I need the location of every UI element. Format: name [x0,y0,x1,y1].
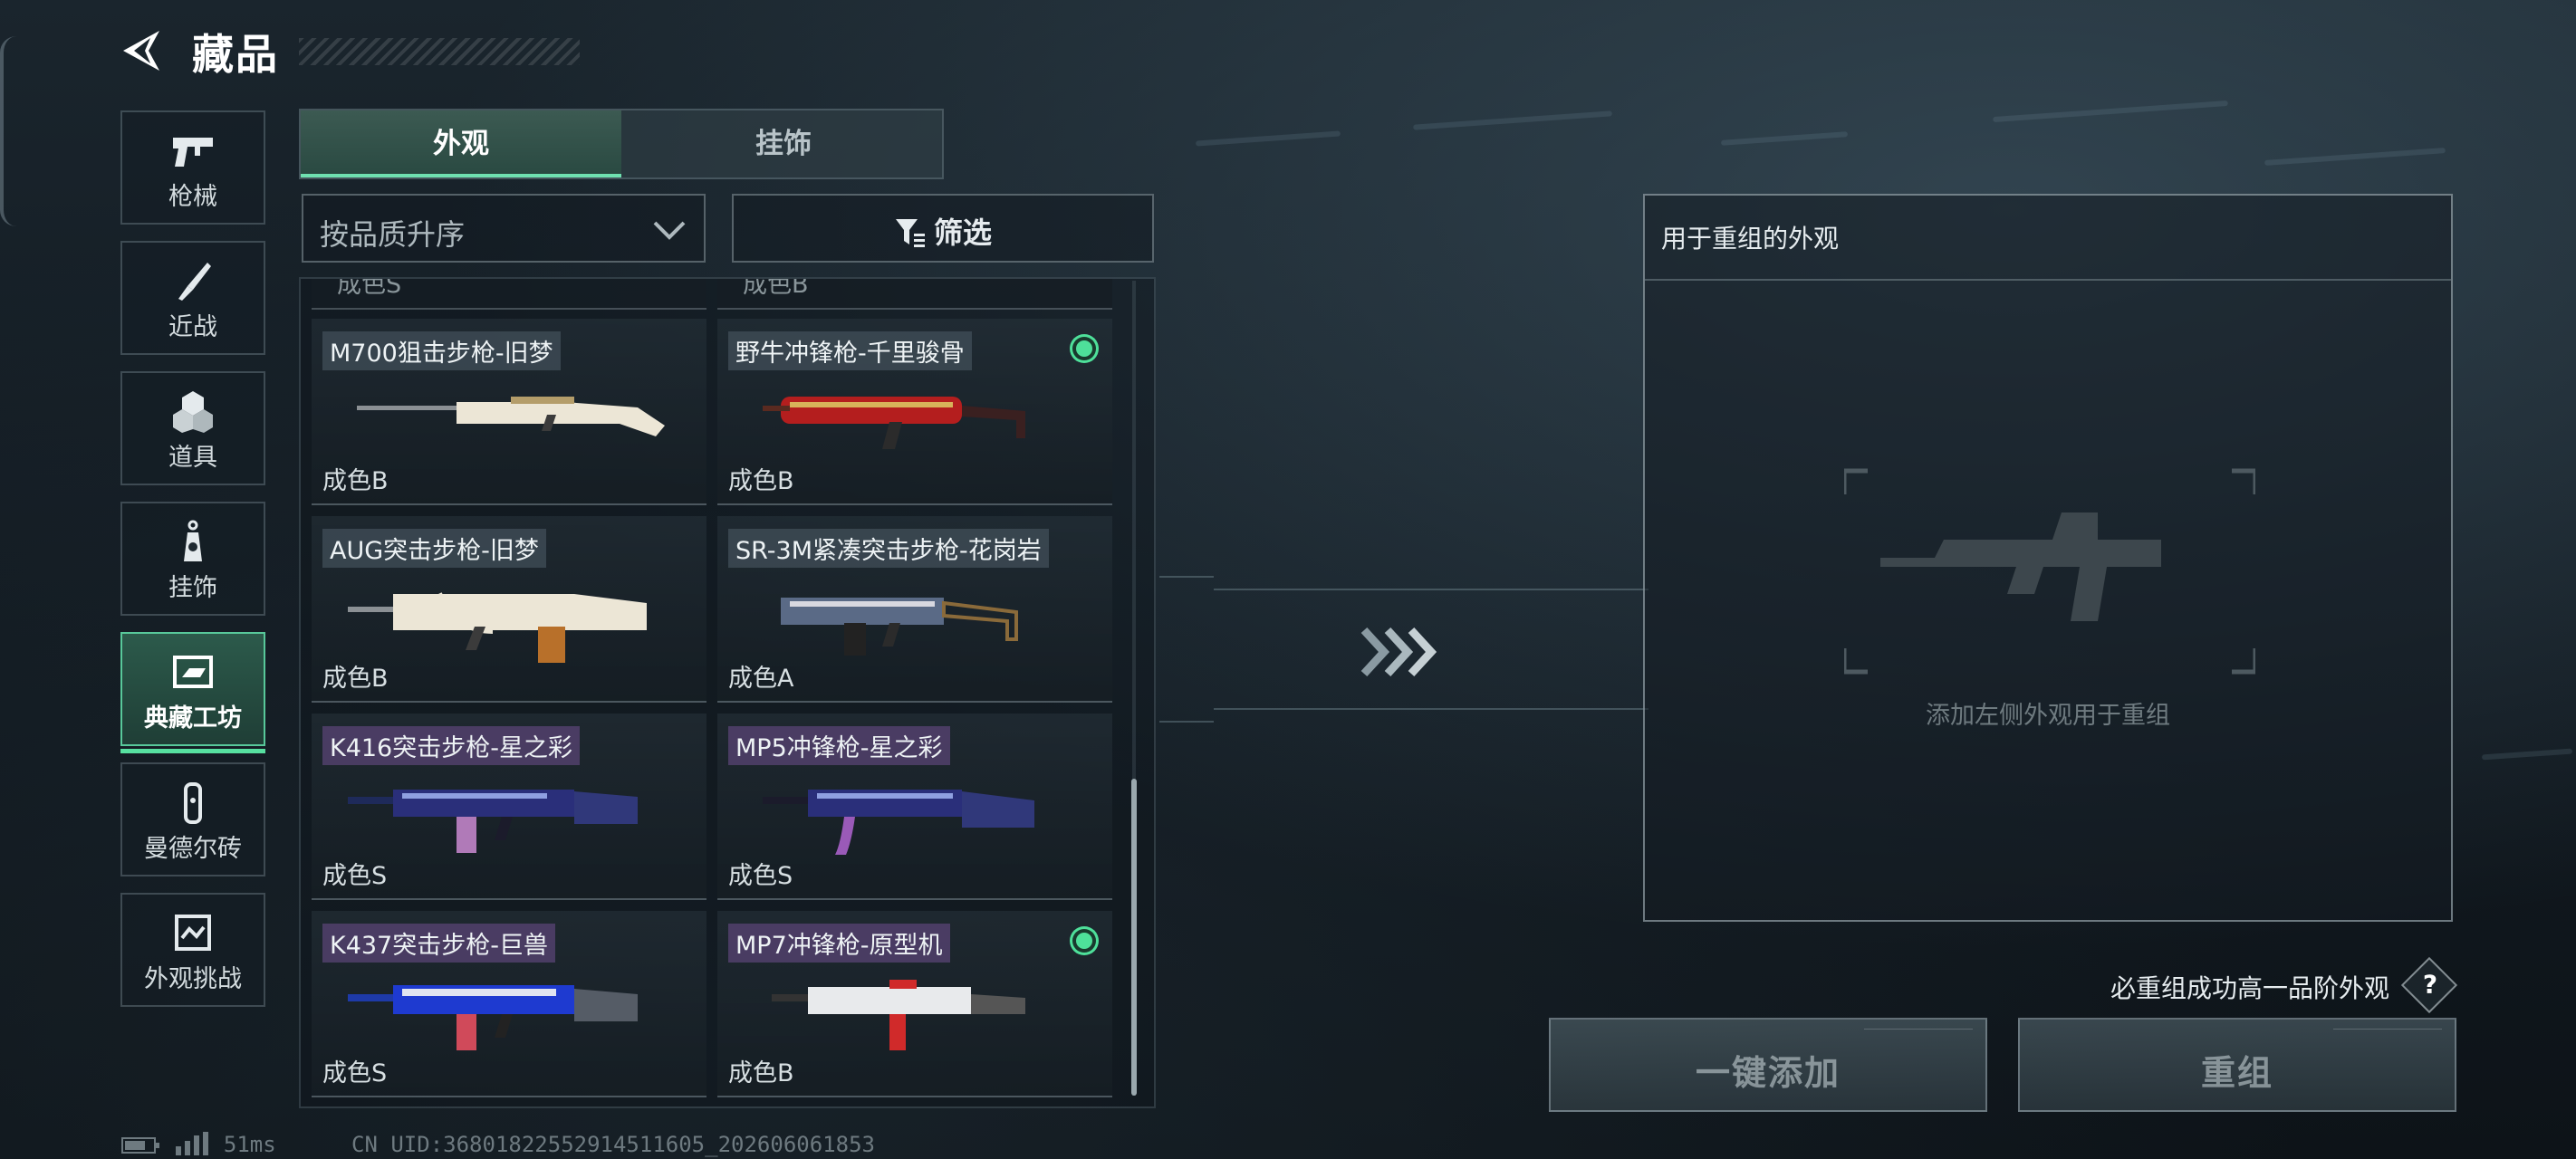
sidebar-item-melee[interactable]: 近战 [120,241,265,355]
pistol-icon [173,138,213,167]
skin-card[interactable]: M700狙击步枪-旧梦 成色B [312,319,706,505]
skin-name: K416突击步枪-星之彩 [322,726,580,765]
uid-label: CN UID:36801822552914511605_202606061853 [351,1132,875,1157]
smg-image [763,790,1034,855]
selected-dot-icon [1072,337,1096,360]
help-icon[interactable]: ? [2400,956,2458,1014]
skin-grade: 成色S [728,862,793,890]
tab-skins[interactable]: 外观 [301,110,621,177]
sidebar-item-items[interactable]: 道具 [120,371,265,485]
scrollbar-thumb[interactable] [1131,779,1137,1096]
tab-bar: 外观 挂饰 [299,109,944,179]
connector-line [1159,721,1214,723]
button-decoration [2333,1029,2442,1042]
skin-grade: 成色S [322,862,388,890]
skin-card[interactable]: AUG突击步枪-旧梦 成色B [312,516,706,703]
guarantee-text: 必重组成功高一品阶外观 [2110,973,2390,1003]
skin-grade: 成色S [322,1059,388,1087]
sidebar-item-label: 外观挑战 [144,965,242,993]
assault-rifle-image [348,592,647,663]
sort-dropdown[interactable]: 按品质升序 [302,194,706,263]
selected-dot-icon [1072,929,1096,953]
sniper-rifle-image [357,397,665,436]
empty-slot-rifle-icon[interactable] [1844,467,2255,675]
filter-icon [895,219,925,247]
skin-name: M700狙击步枪-旧梦 [322,331,561,370]
challenge-icon [175,915,211,951]
left-edge-decoration [0,36,16,226]
connector-line [1214,708,1648,710]
status-ping: 51ms [121,1132,276,1157]
skin-name: MP7冲锋枪-原型机 [728,924,950,963]
skin-grid: 成色S 成色B M700狙击步枪-旧梦 成色B 野牛冲锋枪-千里骏骨 成色B A… [299,277,1156,1108]
skin-card[interactable]: K416突击步枪-星之彩 成色S [312,714,706,900]
smg-image [772,980,1025,1050]
recombine-label: 重组 [2200,1053,2273,1093]
page-title: 藏品 [192,30,279,79]
partial-card[interactable]: 成色S [312,279,706,310]
sidebar-item-label: 道具 [168,444,217,472]
skin-grade: 成色B [728,467,794,495]
sidebar-item-skin-challenge[interactable]: 外观挑战 [120,893,265,1007]
add-all-label: 一键添加 [1695,1053,1841,1093]
add-all-button[interactable]: 一键添加 [1549,1018,1987,1112]
assault-rifle-image [348,790,638,853]
recombine-panel: 用于重组的外观 添加左侧外观用于重组 [1643,194,2453,922]
skin-grade: 成色B [322,467,389,495]
triple-chevron-icon [1360,627,1437,677]
sidebar-item-mandel-brick[interactable]: 曼德尔砖 [120,762,265,876]
skin-grade: 成色A [728,665,794,693]
knife-icon [178,263,211,301]
sort-label: 按品质升序 [320,217,466,252]
connector-line [1159,576,1214,578]
skin-card[interactable]: K437突击步枪-巨兽 成色S [312,911,706,1097]
title-decoration [299,38,580,65]
chevron-down-icon [653,221,686,240]
skin-card[interactable]: MP7冲锋枪-原型机 成色B [717,911,1112,1097]
sidebar-item-charms[interactable]: 挂饰 [120,502,265,616]
smg-image [763,397,1025,449]
skin-name: SR-3M紧凑突击步枪-花岗岩 [728,529,1049,568]
brick-icon [184,782,202,824]
skin-name: MP5冲锋枪-星之彩 [728,726,950,765]
recombine-panel-title: 用于重组的外观 [1661,224,1840,254]
skin-grade: 成色B [322,665,389,693]
compact-rifle-image [781,598,1018,656]
recombine-panel-header: 用于重组的外观 [1645,196,2451,281]
sidebar-item-label: 典藏工坊 [144,704,242,733]
skin-card[interactable]: SR-3M紧凑突击步枪-花岗岩 成色A [717,516,1112,703]
sidebar-item-label: 枪械 [168,183,217,211]
sidebar-item-label: 曼德尔砖 [144,835,242,863]
sidebar-item-label: 近战 [168,313,217,341]
assault-rifle-image [348,985,638,1050]
skin-grade: 成色B [728,1059,794,1087]
tab-charms[interactable]: 挂饰 [623,110,944,177]
filter-button[interactable]: 筛选 [732,194,1154,263]
filter-label: 筛选 [933,216,992,250]
partial-card[interactable]: 成色B [717,279,1112,310]
back-arrow-icon[interactable] [118,27,165,74]
skin-card[interactable]: 野牛冲锋枪-千里骏骨 成色B [717,319,1112,505]
charm-icon [184,520,202,561]
skin-name: 野牛冲锋枪-千里骏骨 [728,331,972,370]
sidebar-item-guns[interactable]: 枪械 [120,110,265,225]
recombine-hint: 添加左侧外观用于重组 [1926,702,2170,730]
workshop-icon [173,656,213,688]
skin-card[interactable]: MP5冲锋枪-星之彩 成色S [717,714,1112,900]
battery-icon [121,1137,159,1154]
recombine-button[interactable]: 重组 [2018,1018,2456,1112]
button-decoration [1864,1029,1973,1042]
skin-name: AUG突击步枪-旧梦 [322,529,546,568]
skin-name: K437突击步枪-巨兽 [322,924,555,963]
grenades-icon [173,391,213,433]
sidebar-item-label: 挂饰 [168,574,217,602]
connector-line [1214,589,1648,590]
sidebar-item-workshop[interactable]: 典藏工坊 [120,632,265,753]
signal-icon [176,1132,209,1155]
